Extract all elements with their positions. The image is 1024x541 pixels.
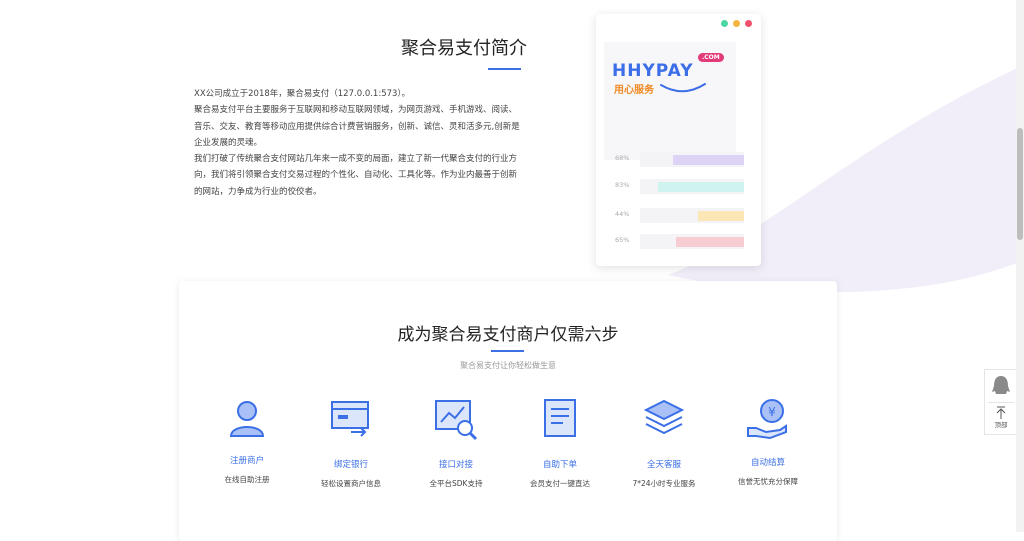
stat-row: 65% <box>615 234 745 249</box>
stat-track <box>640 208 744 223</box>
step-settlement[interactable]: ¥ 自动结算 信誉无忧充分保障 <box>713 396 823 486</box>
scrollbar-thumb[interactable] <box>1017 128 1023 240</box>
layers-icon <box>643 399 685 435</box>
intro-title-underline <box>488 68 521 70</box>
stat-label: 65% <box>615 236 630 244</box>
step-api[interactable]: 接口对接 全平台SDK支持 <box>401 396 511 488</box>
step-desc: 全平台SDK支持 <box>429 479 483 488</box>
stat-label: 83% <box>615 181 630 189</box>
step-name: 自助下单 <box>542 460 577 470</box>
smile-icon <box>660 83 706 93</box>
step-name: 注册商户 <box>229 456 264 466</box>
scrollbar-track[interactable] <box>1016 0 1024 532</box>
step-desc: 信誉无忧充分保障 <box>738 477 798 486</box>
window-dot <box>733 20 740 27</box>
window-dots <box>721 20 752 27</box>
stat-bar <box>658 182 744 192</box>
intro-title: 聚合易支付简介 <box>401 38 527 59</box>
qq-penguin-icon <box>992 376 1010 394</box>
mockup-card: HHYPAY .COM 用心服务 68% 83% 44% 65% <box>596 14 761 266</box>
stat-bar <box>698 211 744 221</box>
step-bind-bank[interactable]: 绑定银行 轻松设置商户信息 <box>296 396 406 488</box>
step-register[interactable]: 注册商户 在线自助注册 <box>192 396 302 484</box>
intro-paragraph: XX公司成立于2018年，聚合易支付（127.0.0.1:573）。 <box>194 89 411 99</box>
chart-search-icon <box>435 400 478 441</box>
step-desc: 会员支付一键直达 <box>530 479 590 488</box>
stat-track <box>640 179 744 194</box>
stat-bar <box>673 155 744 165</box>
window-dot <box>721 20 728 27</box>
intro-paragraph: 聚合易支付平台主要服务于互联网和移动互联网领域，为网页游戏、手机游戏、阅读、音乐… <box>194 105 520 148</box>
back-to-top-button[interactable]: 顶部 <box>985 402 1017 434</box>
step-desc: 轻松设置商户信息 <box>321 479 381 488</box>
window-dot <box>745 20 752 27</box>
brand-badge: .COM <box>698 53 724 62</box>
step-desc: 7*24小时专业服务 <box>632 479 696 488</box>
brand-banner: HHYPAY .COM 用心服务 <box>604 42 736 160</box>
stat-row: 68% <box>615 152 745 167</box>
back-to-top-label: 顶部 <box>994 421 1008 429</box>
stat-bar <box>676 237 744 247</box>
step-name: 自动结算 <box>750 458 785 468</box>
brand-logo-text: HHYPAY <box>612 61 694 81</box>
step-name: 全天客服 <box>646 460 681 470</box>
steps-panel: 成为聚合易支付商户仅需六步 聚合易支付让你轻松做生意 注册商户 在线自助注册 绑… <box>179 281 837 541</box>
bank-card-icon <box>331 401 369 437</box>
brand-slogan: 用心服务 <box>614 85 654 96</box>
intro-paragraph: 我们打破了传统聚合支付网站几年来一成不变的局面，建立了新一代聚合支付的行业方向，… <box>194 154 518 197</box>
stat-row: 44% <box>615 208 745 223</box>
intro-text: XX公司成立于2018年，聚合易支付（127.0.0.1:573）。 聚合易支付… <box>194 86 524 200</box>
steps-title: 成为聚合易支付商户仅需六步 <box>397 325 619 345</box>
step-name: 绑定银行 <box>333 460 368 470</box>
step-order[interactable]: 自助下单 会员支付一键直达 <box>505 396 615 488</box>
step-name: 接口对接 <box>438 460 473 470</box>
user-icon <box>229 401 265 437</box>
document-icon <box>544 399 576 437</box>
qq-button[interactable] <box>985 370 1017 402</box>
step-support[interactable]: 全天客服 7*24小时专业服务 <box>609 396 719 488</box>
stat-row: 83% <box>615 179 745 194</box>
step-desc: 在线自助注册 <box>224 475 270 484</box>
floating-toolbar: 顶部 <box>984 369 1018 435</box>
coin-hand-icon: ¥ <box>747 399 787 440</box>
stat-label: 44% <box>615 210 630 218</box>
stat-track <box>640 234 744 249</box>
stat-track <box>640 152 744 167</box>
steps-subtitle: 聚合易支付让你轻松做生意 <box>460 361 556 370</box>
steps-title-underline <box>491 350 524 352</box>
stat-label: 68% <box>615 154 630 162</box>
svg-text:¥: ¥ <box>768 405 776 419</box>
